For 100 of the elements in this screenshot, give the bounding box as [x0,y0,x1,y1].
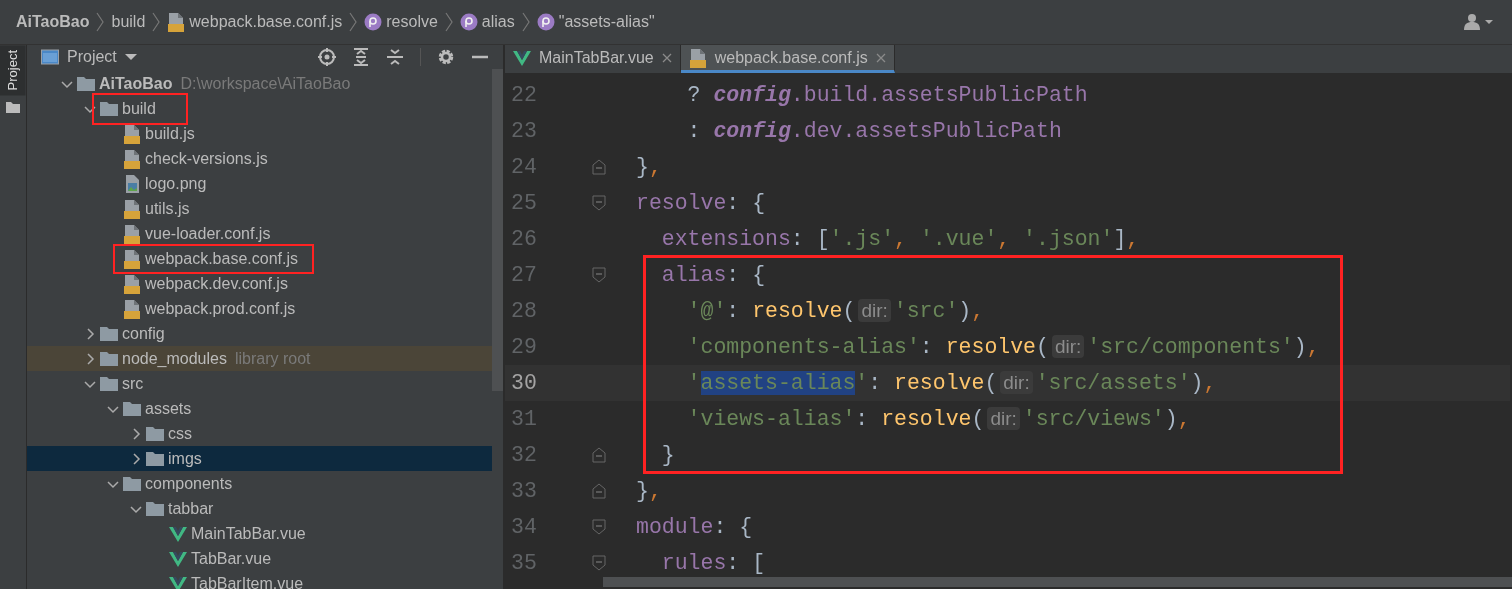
expand-all-icon[interactable] [352,48,370,66]
breadcrumb-link[interactable]: webpack.base.conf.js [167,10,343,34]
chevron-right-icon[interactable] [84,327,96,340]
js-file-icon [688,47,707,68]
code-text: ( [984,370,998,395]
tree-row[interactable]: node_modules library root [27,346,492,371]
tree-row[interactable]: TabBar.vue [27,546,492,571]
editor-tab[interactable]: webpack.base.conf.js [680,45,895,73]
code-text: resolve [894,370,985,395]
breadcrumb-link[interactable]: AiTaoBao [16,10,90,34]
tree-row[interactable]: config [27,321,492,346]
user-icon[interactable] [1464,13,1494,31]
tree-row[interactable]: tabbar [27,496,492,521]
code-text: 'src/assets' [1035,370,1191,395]
code-text: : [726,298,741,323]
parameter-hint: dir: [1051,334,1085,358]
code-text: : [919,334,934,359]
file-name: logo.png [145,173,207,194]
window-icon [41,49,59,65]
fold-marker-icon[interactable] [592,483,606,499]
file-name: assets [145,398,192,419]
image-file-icon [123,173,141,194]
line-number: 26 [510,225,538,253]
tree-row[interactable]: webpack.dev.conf.js [27,271,492,296]
file-name: build.js [145,123,195,144]
code-text: } [636,478,649,503]
settings-icon[interactable] [437,48,455,66]
chevron-separator-icon [444,12,453,32]
tree-row[interactable]: build [27,96,492,121]
chevron-separator-icon [521,12,530,32]
close-icon[interactable] [661,52,672,63]
tree-row[interactable]: vue-loader.conf.js [27,221,492,246]
tree-row[interactable]: AiTaoBao D:\workspace\AiTaoBao [27,71,492,96]
code-text: , [648,154,662,179]
file-name: webpack.prod.conf.js [145,298,296,319]
folder-icon [146,451,164,466]
code-text: : { [713,514,753,539]
code-text: '.json' [1023,226,1114,251]
code-text: ) [1164,406,1178,431]
file-name: tabbar [168,498,214,519]
js-file-icon [167,12,186,32]
property-icon [364,13,383,31]
code-text: module [636,514,714,539]
code-text: , [997,226,1012,251]
file-name: webpack.base.conf.js [145,248,298,269]
folder-icon [146,501,164,516]
file-name: webpack.dev.conf.js [145,273,288,294]
line-number: 34 [510,513,538,541]
tree-row[interactable]: check-versions.js [27,146,492,171]
js-file-icon [123,148,141,169]
code-text: '.js' [829,226,895,251]
folder-icon [123,476,141,491]
fold-marker-icon[interactable] [592,519,606,535]
chevron-right-icon[interactable] [130,427,142,440]
file-name: src [122,373,144,394]
file-name: utils.js [145,198,190,219]
breadcrumb-link[interactable]: alias [459,10,515,34]
fold-marker-icon[interactable] [592,195,606,211]
dropdown-caret-icon[interactable] [124,53,137,61]
fold-marker-icon[interactable] [592,447,606,463]
tool-window-tab[interactable]: Project [0,45,26,96]
fold-marker-icon[interactable] [592,555,606,571]
vue-icon [169,550,187,567]
code-text: ( [971,406,985,431]
tree-row[interactable]: webpack.prod.conf.js [27,296,492,321]
tree-row[interactable]: css [27,421,492,446]
chevron-right-icon[interactable] [130,452,142,465]
tree-row[interactable]: TabBarItem.vue [27,571,492,589]
editor-tab[interactable]: MainTabBar.vue [505,45,681,73]
tree-row[interactable]: utils.js [27,196,492,221]
scrollbar[interactable] [603,577,1512,587]
folder-icon [100,326,118,341]
fold-marker-icon[interactable] [592,267,606,283]
tree-row[interactable]: src [27,371,492,396]
file-name: node_modules [122,348,227,369]
collapse-all-icon[interactable] [386,48,404,66]
chevron-right-icon[interactable] [84,352,96,365]
tree-row[interactable]: assets [27,396,492,421]
code-text: , [648,478,662,503]
path-hint: D:\workspace\AiTaoBao [180,73,351,94]
tree-row[interactable]: imgs [27,446,492,471]
parameter-hint: dir: [1000,370,1033,394]
chevron-separator-icon [152,12,161,32]
fold-marker-icon[interactable] [592,159,606,175]
code-text: 'components-alias' [686,334,920,359]
breadcrumb-link[interactable]: build [111,10,146,34]
code-text: ' [686,370,701,395]
breadcrumb-link[interactable]: "assets-alias" [536,10,655,34]
tree-row[interactable]: MainTabBar.vue [27,521,492,546]
tree-row[interactable]: logo.png [27,171,492,196]
tree-row[interactable]: build.js [27,121,492,146]
scrollbar[interactable] [492,69,503,391]
tree-row[interactable]: webpack.base.conf.js [27,246,492,271]
line-number: 31 [510,405,538,433]
breadcrumb-link[interactable]: resolve [364,10,438,34]
code-text: } [660,442,675,467]
code-text: : { [726,190,766,215]
code-text: alias [660,262,727,287]
locate-icon[interactable] [318,48,336,66]
tree-row[interactable]: components [27,471,492,496]
